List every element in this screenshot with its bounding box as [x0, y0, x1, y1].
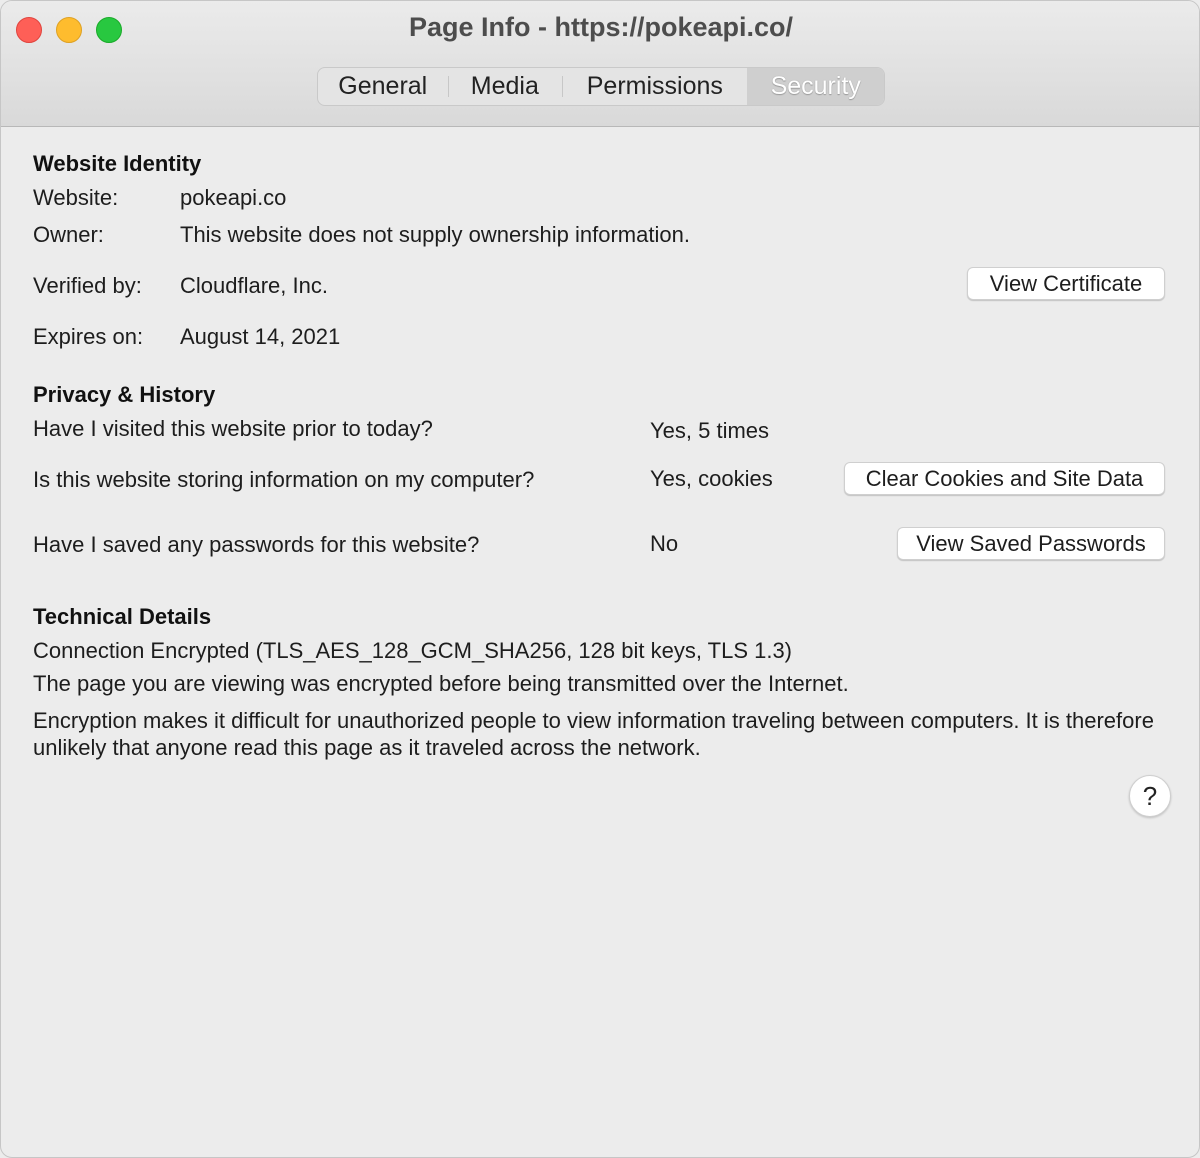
visited-answer: Yes, 5 times: [650, 418, 770, 443]
technical-details-heading: Technical Details: [33, 604, 212, 629]
tab-security[interactable]: Security: [747, 68, 884, 105]
title-bar: Page Info - https://pokeapi.co/ General …: [1, 1, 1199, 127]
clear-cookies-button[interactable]: Clear Cookies and Site Data: [844, 462, 1165, 495]
expires-on-label: Expires on:: [33, 324, 144, 349]
storing-question: Is this website storing information on m…: [33, 467, 535, 492]
verified-by-label: Verified by:: [33, 273, 142, 298]
expires-on-value: August 14, 2021: [180, 324, 341, 349]
tab-general[interactable]: General: [318, 68, 448, 105]
view-saved-passwords-button[interactable]: View Saved Passwords: [897, 527, 1165, 560]
connection-details: Connection Encrypted (TLS_AES_128_GCM_SH…: [33, 638, 793, 663]
view-certificate-button[interactable]: View Certificate: [967, 267, 1165, 300]
encryption-note: The page you are viewing was encrypted b…: [33, 671, 849, 696]
website-value: pokeapi.co: [180, 185, 287, 210]
tab-permissions[interactable]: Permissions: [562, 68, 747, 105]
tab-bar: General Media Permissions Security: [317, 67, 885, 106]
page-info-window: Page Info - https://pokeapi.co/ General …: [0, 0, 1200, 1158]
verified-by-value: Cloudflare, Inc.: [180, 273, 328, 298]
encryption-explanation: Encryption makes it difficult for unauth…: [33, 708, 1154, 760]
website-label: Website:: [33, 185, 119, 210]
passwords-answer: No: [650, 531, 679, 556]
passwords-question: Have I saved any passwords for this webs…: [33, 532, 480, 557]
privacy-history-heading: Privacy & History: [33, 382, 216, 407]
website-identity-heading: Website Identity: [33, 151, 202, 176]
help-button[interactable]: ?: [1129, 775, 1171, 817]
window-title: Page Info - https://pokeapi.co/: [408, 12, 794, 42]
tab-media[interactable]: Media: [447, 68, 563, 105]
owner-value: This website does not supply ownership i…: [180, 222, 690, 247]
visited-question: Have I visited this website prior to tod…: [33, 416, 433, 441]
owner-label: Owner:: [33, 222, 104, 247]
storing-answer: Yes, cookies: [650, 466, 773, 491]
